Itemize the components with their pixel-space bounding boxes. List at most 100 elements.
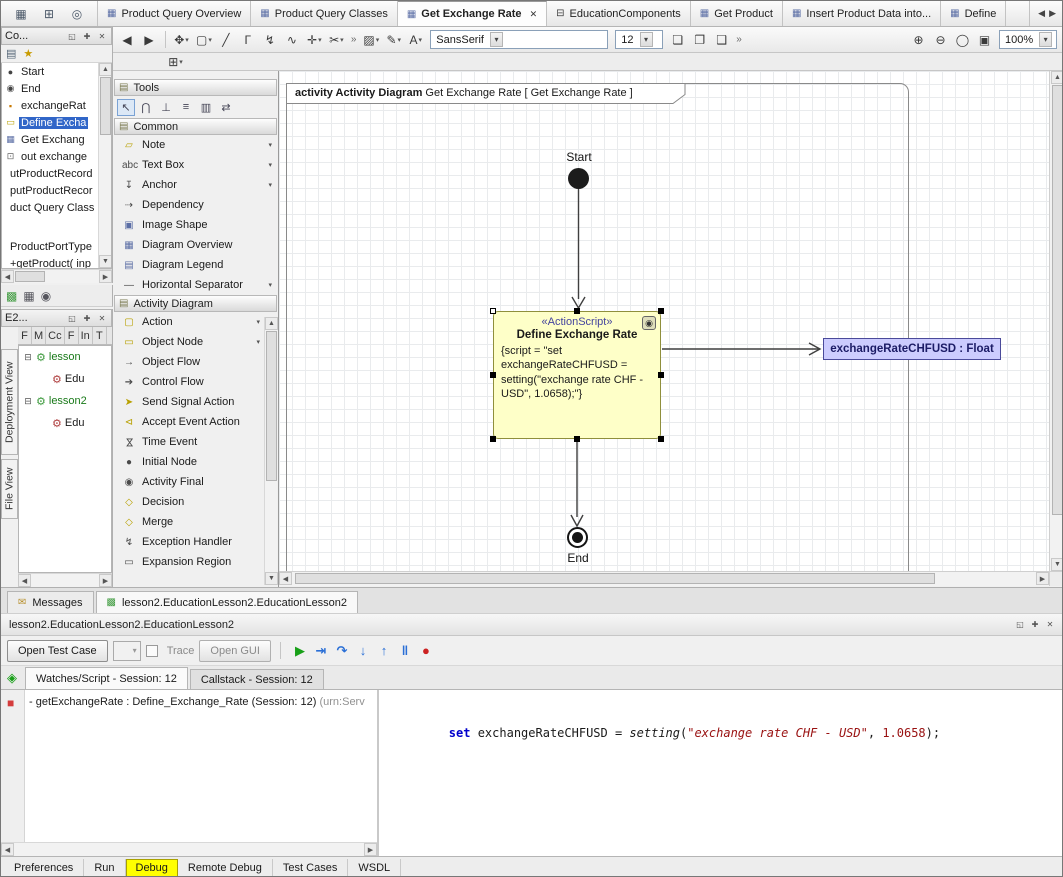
palette-item[interactable]: ↯ Exception Handler <box>113 532 278 552</box>
toolbar-overflow-icon[interactable]: » <box>733 34 745 45</box>
model-browser-icon[interactable]: ⊞ <box>39 5 59 23</box>
breakpoint-icon[interactable]: ■ <box>7 698 14 708</box>
bottom-tab[interactable]: ✉ Messages <box>7 591 94 613</box>
document-tab[interactable]: ▦ Product Query Overview <box>98 1 251 26</box>
swimlane-tool-icon[interactable]: ▥ <box>197 99 215 116</box>
forward-icon[interactable]: ▶ <box>139 29 160 50</box>
test-case-select[interactable]: ▾ <box>113 641 141 661</box>
selection-handle[interactable] <box>574 436 580 442</box>
insert-point-icon[interactable]: ✛▾ <box>304 29 325 50</box>
scroll-left-icon[interactable]: ◀ <box>1 843 14 856</box>
layout-tool-icon[interactable]: ⊥ <box>157 99 175 116</box>
line-path-icon[interactable]: ╱ <box>216 29 237 50</box>
palette-item[interactable]: ▱ Note ▾ <box>113 135 278 155</box>
select-tool-icon[interactable]: ↖ <box>117 99 135 116</box>
canvas-vscrollbar[interactable]: ▲ ▼ <box>1049 71 1063 571</box>
float-panel-icon[interactable]: ◱ <box>1014 619 1026 631</box>
e2e-view-tab[interactable]: F <box>65 327 79 344</box>
scroll-left-icon[interactable]: ◀ <box>18 574 31 587</box>
step-out-icon[interactable]: ↑ <box>374 641 394 661</box>
scroll-tabs-left-icon[interactable]: ◀ <box>1038 8 1045 19</box>
object-node-exchange-rate[interactable]: exchangeRateCHFUSD : Float <box>823 338 1001 360</box>
document-tab[interactable]: ▦ Define <box>941 1 1006 26</box>
pin-panel-icon[interactable]: ✚ <box>1029 619 1041 631</box>
palette-item[interactable]: ➤ Send Signal Action <box>113 392 278 412</box>
status-tab[interactable]: WSDL <box>348 859 401 877</box>
scroll-down-icon[interactable]: ▼ <box>1051 558 1063 571</box>
status-tab[interactable]: Preferences <box>4 859 84 877</box>
containment-tree-item[interactable]: ▪ exchangeRat <box>2 97 111 114</box>
e2e-panel-header[interactable]: E2... ◱✚✕ <box>1 309 112 327</box>
dropdown-arrow-icon[interactable]: ▾ <box>268 161 272 169</box>
watch-item[interactable]: getExchangeRate : Define_Exchange_Rate (… <box>36 696 317 708</box>
scroll-down-icon[interactable]: ▼ <box>265 572 278 585</box>
document-tab[interactable]: ▦ Get Exchange Rate ✕ <box>398 1 547 26</box>
scroll-up-icon[interactable]: ▲ <box>99 63 112 76</box>
rectilinear-path-icon[interactable]: Γ <box>238 29 259 50</box>
watch-list[interactable]: - getExchangeRate : Define_Exchange_Rate… <box>25 690 377 842</box>
close-tab-icon[interactable]: ✕ <box>530 9 538 20</box>
expander-icon[interactable]: ⊟ <box>23 396 33 407</box>
zoom-selection-icon[interactable]: ▣ <box>974 29 995 50</box>
trace-checkbox[interactable] <box>146 645 158 657</box>
script-editor[interactable]: set exchangeRateCHFUSD = setting("exchan… <box>381 690 1063 856</box>
tab-deployment-view[interactable]: Deployment View <box>1 349 18 455</box>
back-icon[interactable]: ◀ <box>117 29 138 50</box>
font-color-icon[interactable]: A▾ <box>405 29 426 50</box>
curved-path-icon[interactable]: ∿ <box>282 29 303 50</box>
dropdown-arrow-icon[interactable]: ▾ <box>268 181 272 189</box>
oblique-path-icon[interactable]: ↯ <box>260 29 281 50</box>
palette-header-tools[interactable]: ▤ Tools <box>114 79 277 96</box>
zoom-level-select[interactable]: 100% ▾ <box>999 30 1057 49</box>
scrollbar-thumb[interactable] <box>100 77 111 135</box>
e2e-tree-item[interactable]: ⚙ Edu <box>19 368 111 390</box>
open-gui-button[interactable]: Open GUI <box>199 640 271 662</box>
document-tab[interactable]: ⊟ EducationComponents <box>547 1 691 26</box>
containment-scrollbar[interactable]: ▲ ▼ <box>98 63 111 268</box>
debugger-panel-header[interactable]: lesson2.EducationLesson2.EducationLesson… <box>1 614 1063 636</box>
scroll-right-icon[interactable]: ▶ <box>1036 572 1049 585</box>
zoom-reset-icon[interactable]: ◯ <box>952 29 973 50</box>
palette-item[interactable]: ▭ Object Node ▾ <box>113 332 278 352</box>
palette-item[interactable]: — Horizontal Separator ▾ <box>113 275 278 295</box>
align-tool-icon[interactable]: ≡ <box>177 99 195 116</box>
scroll-up-icon[interactable]: ▲ <box>1051 71 1063 84</box>
palette-header-activity-diagram[interactable]: ▤ Activity Diagram <box>114 295 277 312</box>
palette-item[interactable]: ⊲ Accept Event Action <box>113 412 278 432</box>
pause-icon[interactable]: ‖ <box>395 641 415 661</box>
scrollbar-thumb[interactable] <box>295 573 935 584</box>
scroll-left-icon[interactable]: ◀ <box>1 270 14 283</box>
toolbar-overflow-icon[interactable]: » <box>348 34 360 45</box>
palette-item[interactable]: ◇ Merge <box>113 512 278 532</box>
selection-handle[interactable] <box>658 308 664 314</box>
visibility-icon[interactable]: ◉ <box>41 289 51 303</box>
selection-handle[interactable] <box>574 308 580 314</box>
document-tab[interactable]: ▦ Get Product <box>691 1 783 26</box>
e2e-view-tab[interactable]: T <box>93 327 107 344</box>
palette-item[interactable]: → Object Flow <box>113 352 278 372</box>
action-node-define-exchange-rate[interactable]: «ActionScript» Define Exchange Rate {scr… <box>493 311 661 439</box>
tab-file-view[interactable]: File View <box>1 459 18 519</box>
pin-panel-icon[interactable]: ✚ <box>81 30 93 42</box>
containment-tree-item[interactable]: putProductRecor <box>2 182 111 199</box>
float-panel-icon[interactable]: ◱ <box>66 30 78 42</box>
run-to-cursor-icon[interactable]: ⇥ <box>311 641 331 661</box>
containment-tree-item[interactable]: ● Start <box>2 63 111 80</box>
status-tab[interactable]: Run <box>84 859 125 877</box>
open-test-case-button[interactable]: Open Test Case <box>7 640 108 662</box>
trace-links-icon[interactable]: ⇄ <box>217 99 235 116</box>
bottom-tab[interactable]: ▩ lesson2.EducationLesson2.EducationLess… <box>96 591 359 613</box>
close-panel-icon[interactable]: ✕ <box>1044 619 1056 631</box>
palette-item[interactable]: ◉ Activity Final <box>113 472 278 492</box>
containment-hscrollbar[interactable]: ◀ ▶ <box>1 269 112 283</box>
close-panel-icon[interactable]: ✕ <box>96 312 108 324</box>
scroll-right-icon[interactable]: ▶ <box>99 574 112 587</box>
activity-final-node[interactable] <box>567 527 588 548</box>
e2e-view-tab[interactable]: Cc <box>46 327 64 344</box>
binoculars-icon[interactable]: ◎ <box>67 5 87 23</box>
scroll-tabs-right-icon[interactable]: ▶ <box>1049 8 1056 19</box>
add-shape-icon[interactable]: ▢▾ <box>193 29 215 50</box>
breakpoint-gutter[interactable]: ■ <box>1 690 25 842</box>
fill-image-icon[interactable]: ▨▾ <box>360 29 382 50</box>
favorites-icon[interactable]: ★ <box>23 47 33 60</box>
